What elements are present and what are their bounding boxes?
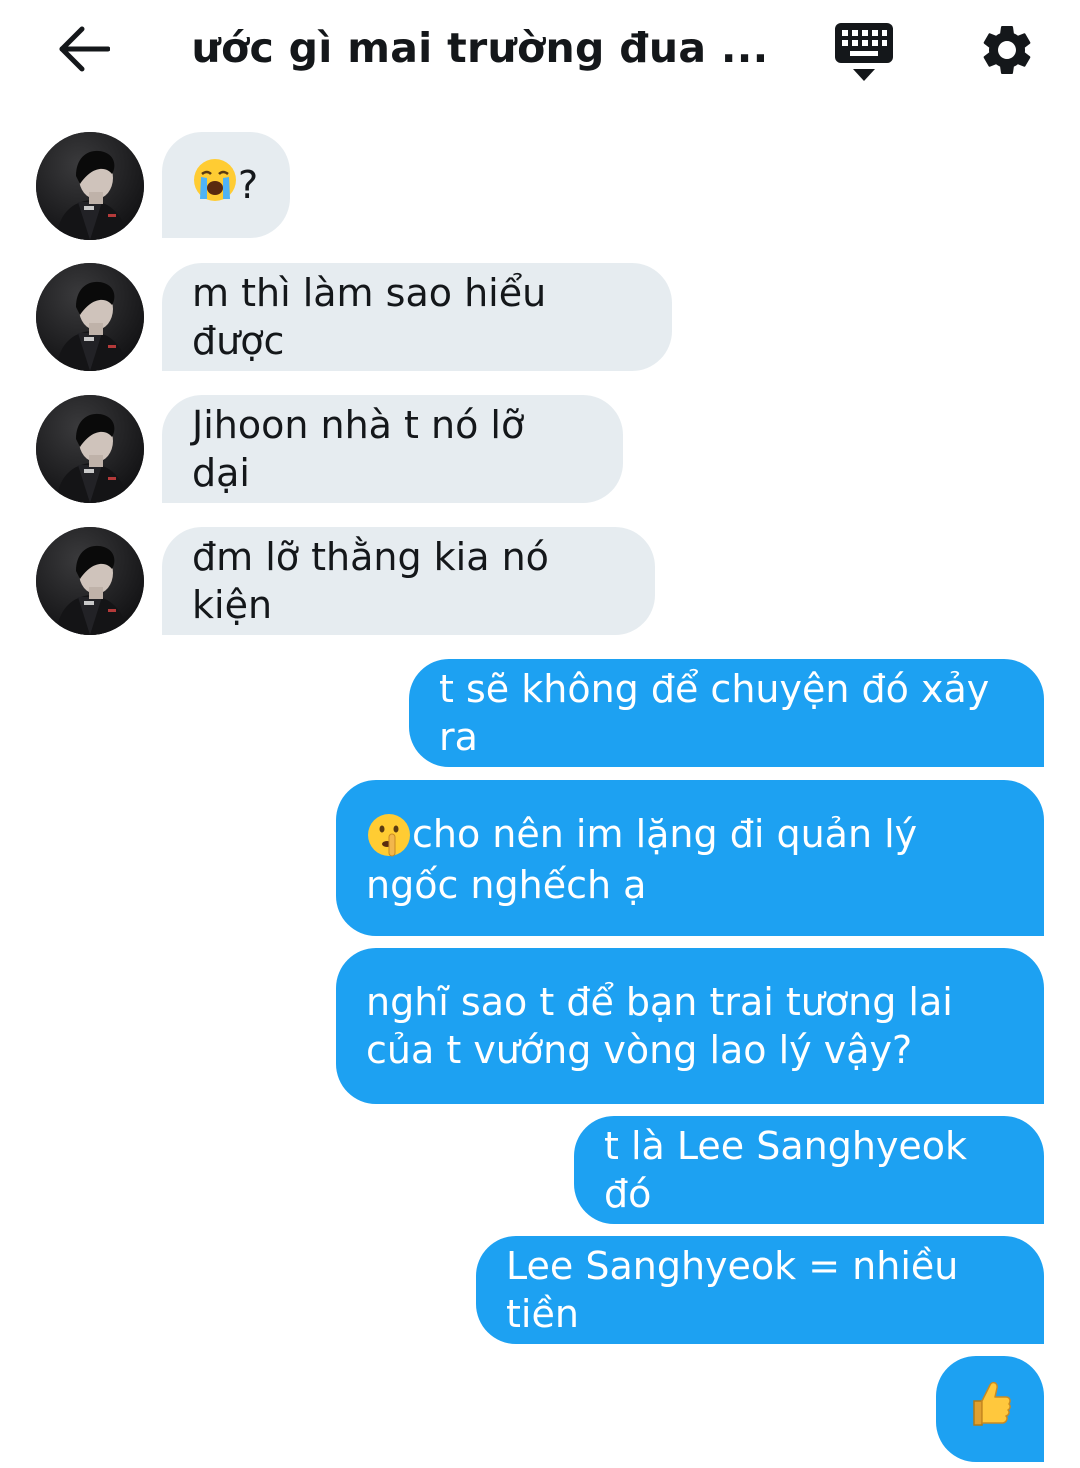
message-bubble-incoming[interactable]: m thì làm sao hiểu được: [162, 263, 672, 371]
keyboard-hide-icon: [835, 23, 893, 81]
sender-avatar[interactable]: [36, 527, 144, 635]
message-bubble-outgoing[interactable]: cho nên im lặng đi quản lý ngốc nghếch ạ: [336, 780, 1044, 936]
message-bubble-incoming[interactable]: ?: [162, 132, 290, 238]
back-button[interactable]: [50, 18, 118, 80]
conversation-title: ước gì mai trường đua ...: [191, 24, 769, 72]
avatar-image: [36, 263, 144, 371]
gear-icon: [983, 25, 1031, 74]
message-text: nghĩ sao t để bạn trai tương lai của t v…: [366, 980, 953, 1072]
thumbs-up-icon: [968, 1379, 1012, 1440]
message-text: t sẽ không để chuyện đó xảy ra: [439, 667, 990, 759]
message-bubble-outgoing[interactable]: nghĩ sao t để bạn trai tương lai của t v…: [336, 948, 1044, 1104]
message-bubble-incoming[interactable]: đm lỡ thằng kia nó kiện: [162, 527, 655, 635]
avatar-image: [36, 527, 144, 635]
sender-avatar[interactable]: [36, 263, 144, 371]
message-bubble-outgoing[interactable]: t là Lee Sanghyeok đó: [574, 1116, 1044, 1224]
message-text: t là Lee Sanghyeok đó: [604, 1124, 968, 1216]
message-text: cho nên im lặng đi quản lý ngốc nghếch ạ: [366, 812, 918, 907]
arrow-left-icon: [59, 26, 110, 72]
message-bubble-outgoing[interactable]: [936, 1356, 1044, 1462]
message-text: ?: [238, 163, 259, 207]
settings-button[interactable]: [972, 16, 1042, 84]
message-text: Jihoon nhà t nó lỡ dại: [192, 403, 525, 495]
keyboard-toggle-button[interactable]: [830, 20, 898, 84]
message-bubble-outgoing[interactable]: t sẽ không để chuyện đó xảy ra: [409, 659, 1044, 767]
shushing-face-icon: [366, 812, 412, 861]
message-bubble-outgoing[interactable]: Lee Sanghyeok = nhiều tiền: [476, 1236, 1044, 1344]
message-text: đm lỡ thằng kia nó kiện: [192, 535, 549, 627]
avatar-image: [36, 132, 144, 240]
message-bubble-incoming[interactable]: Jihoon nhà t nó lỡ dại: [162, 395, 623, 503]
avatar-image: [36, 395, 144, 503]
conversation-header: ước gì mai trường đua ...: [0, 0, 1080, 105]
message-text: m thì làm sao hiểu được: [192, 271, 547, 363]
sender-avatar[interactable]: [36, 395, 144, 503]
sender-avatar[interactable]: [36, 132, 144, 240]
loudly-crying-face-icon: [192, 157, 238, 214]
message-text: Lee Sanghyeok = nhiều tiền: [506, 1244, 959, 1336]
